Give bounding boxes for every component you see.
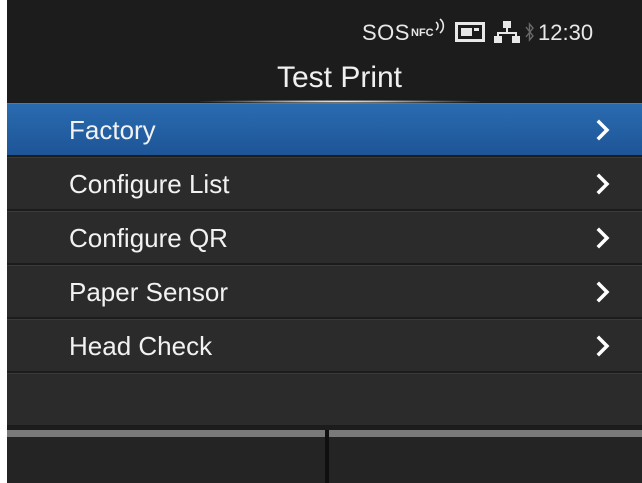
menu-item-label: Configure List — [69, 169, 230, 199]
menu-list: Factory Configure List Configure QR Pape… — [7, 103, 642, 425]
nfc-label: NFC — [411, 27, 434, 39]
page-title: Test Print — [276, 61, 403, 94]
chevron-right-icon — [596, 227, 610, 249]
menu-item-paper-sensor[interactable]: Paper Sensor — [7, 265, 642, 317]
function-key-bar — [7, 430, 642, 483]
chevron-right-icon — [596, 173, 610, 195]
menu-item-label: Configure QR — [69, 223, 228, 253]
function-key-right[interactable] — [329, 430, 642, 483]
printer-screen: SOS NFC 12:30 Test Print Factory Configu… — [7, 0, 642, 483]
clock: 12:30 — [538, 20, 594, 45]
bluetooth-icon — [525, 22, 534, 42]
chevron-right-icon — [596, 281, 610, 303]
chevron-right-icon — [596, 119, 610, 141]
status-bar: SOS NFC 12:30 — [7, 0, 642, 45]
network-icon — [494, 21, 520, 43]
menu-item-label: Paper Sensor — [69, 277, 228, 307]
menu-item-configure-qr[interactable]: Configure QR — [7, 211, 642, 263]
menu-item-label: Head Check — [69, 331, 213, 361]
function-key-left[interactable] — [7, 430, 325, 483]
menu-empty-row — [7, 373, 642, 425]
menu-item-configure-list[interactable]: Configure List — [7, 157, 642, 209]
chevron-right-icon — [596, 335, 610, 357]
sos-indicator: SOS — [362, 20, 410, 45]
menu-item-head-check[interactable]: Head Check — [7, 319, 642, 371]
nfc-icon — [435, 18, 445, 34]
menu-item-factory[interactable]: Factory — [7, 103, 642, 155]
menu-item-label: Factory — [69, 115, 156, 145]
sd-card-icon — [455, 22, 485, 42]
